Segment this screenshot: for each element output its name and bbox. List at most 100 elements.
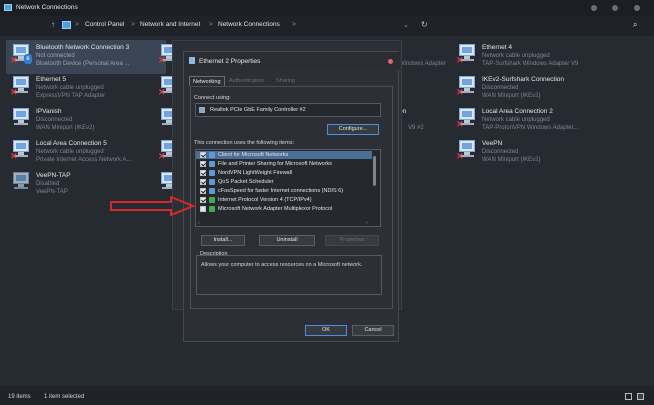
connection-adapter-partial: Windows Adapter (399, 61, 446, 67)
protocol-icon (209, 197, 215, 203)
status-bar (0, 388, 654, 405)
error-x-icon: ✕ (456, 55, 464, 65)
list-item[interactable]: File and Printer Sharing for Microsoft N… (196, 160, 372, 168)
minimize-button[interactable] (591, 5, 597, 11)
list-item[interactable]: QoS Packet Scheduler (196, 178, 372, 186)
firewall-icon (209, 170, 215, 176)
address-dropdown-icon[interactable]: ⌄ (403, 21, 409, 29)
tab-sharing[interactable]: Sharing (273, 76, 298, 86)
window-title: Network Connections (16, 4, 78, 11)
item-checkbox[interactable] (200, 197, 206, 203)
connection-item[interactable]: ✕ Local Area Connection 5 Network cable … (6, 136, 166, 170)
connection-status: Not connected (36, 53, 75, 59)
connection-name: Ethernet 5 (36, 76, 66, 83)
connection-name: Local Area Connection 5 (36, 140, 107, 147)
network-adapter-icon: ✕ (456, 42, 478, 65)
items-label: This connection uses the following items… (194, 140, 294, 146)
breadcrumb-network-and-internet[interactable]: Network and Internet (140, 21, 200, 28)
connection-name: Local Area Connection 2 (482, 108, 553, 115)
refresh-icon[interactable]: ↻ (421, 20, 428, 29)
connection-status: Disconnected (482, 149, 519, 155)
item-checkbox[interactable] (200, 206, 206, 212)
breadcrumb-control-panel[interactable]: Control Panel (85, 21, 124, 28)
scroll-thumb[interactable] (373, 156, 376, 186)
connection-adapter-partial: V9 #2 (408, 125, 424, 131)
sharing-icon (209, 161, 215, 167)
connection-item[interactable]: ✕ IKEv2-Surfshark Connection Disconnecte… (452, 72, 612, 106)
error-x-icon: ✕ (10, 87, 18, 97)
item-checkbox[interactable] (200, 152, 206, 158)
item-label: cFosSpeed for faster Internet connection… (218, 188, 344, 194)
connection-item[interactable]: ✕ Local Area Connection 2 Network cable … (452, 104, 612, 138)
error-x-icon: ✕ (10, 55, 18, 65)
up-arrow-icon[interactable]: ↑ (51, 20, 55, 29)
connection-item[interactable]: ✕ ʙ Bluetooth Network Connection 3 Not c… (6, 40, 166, 74)
connection-item[interactable]: ✕ Ethernet 4 Network cable unplugged TAP… (452, 40, 612, 74)
list-item[interactable]: Internet Protocol Version 4 (TCP/IPv4) (196, 196, 372, 204)
tab-networking[interactable]: Networking (189, 76, 225, 86)
error-x-icon: ✕ (456, 87, 464, 97)
item-checkbox[interactable] (200, 179, 206, 185)
connection-name: Ethernet 4 (482, 44, 512, 51)
error-x-icon: ✕ (456, 151, 464, 161)
connection-item[interactable]: IPVanish Disconnected WAN Miniport (IKEv… (6, 104, 166, 138)
connection-adapter: TAP-ProtonVPN Windows Adapter... (482, 125, 579, 131)
bluetooth-adapter-icon: ✕ ʙ (10, 42, 32, 65)
scroll-left-icon[interactable]: ‹ (198, 220, 200, 226)
maximize-button[interactable] (612, 5, 618, 11)
tiles-view-icon[interactable] (637, 393, 644, 400)
tab-authentication[interactable]: Authentication (226, 76, 267, 86)
vertical-scrollbar[interactable] (373, 152, 376, 216)
connection-adapter: Bluetooth Device (Personal Area ... (36, 61, 130, 67)
description-frame (196, 255, 382, 295)
list-item[interactable]: Client for Microsoft Networks (196, 151, 372, 159)
item-label: Internet Protocol Version 4 (TCP/IPv4) (218, 197, 312, 203)
list-item[interactable]: cFosSpeed for faster Internet connection… (196, 187, 372, 195)
search-icon[interactable]: ⌕ (633, 20, 637, 30)
horizontal-scrollbar[interactable]: ‹ › (196, 220, 372, 226)
configure-button[interactable]: Configure... (327, 124, 379, 135)
ok-button[interactable]: OK (305, 325, 347, 336)
properties-button[interactable]: Properties (325, 235, 379, 246)
connection-status: Disabled (36, 181, 60, 187)
cfosspeed-icon (209, 188, 215, 194)
dialog-close-button[interactable] (388, 59, 393, 64)
breadcrumb-separator: > (292, 21, 296, 28)
title-bar: Network Connections (0, 0, 654, 16)
connection-name: VeePN (482, 140, 503, 147)
install-button[interactable]: Install... (201, 235, 245, 246)
item-checkbox[interactable] (200, 188, 206, 194)
selection-count: 1 item selected (44, 394, 85, 400)
bluetooth-icon: ʙ (24, 54, 32, 64)
network-adapter-icon: ✕ (456, 74, 478, 97)
breadcrumb-separator: > (75, 21, 79, 28)
network-adapter-icon: ✕ (10, 74, 32, 97)
connection-name: VeePN-TAP (36, 172, 71, 179)
dialog-title: Ethernet 2 Properties (199, 58, 261, 65)
red-arrow-annotation (110, 196, 195, 216)
close-button[interactable] (634, 5, 640, 11)
network-card-icon (199, 107, 205, 113)
item-checkbox[interactable] (200, 170, 206, 176)
connection-status: Network cable unplugged (36, 85, 104, 91)
error-x-icon: ✕ (158, 55, 166, 65)
network-adapter-icon: ✕ (10, 138, 32, 161)
uninstall-button[interactable]: Uninstall (259, 235, 315, 246)
item-count: 19 items (8, 394, 31, 400)
connection-adapter: ExpressVPN TAP Adapter (36, 93, 106, 99)
connection-status: Disconnected (482, 85, 519, 91)
scroll-right-icon[interactable]: › (366, 220, 368, 226)
item-label: File and Printer Sharing for Microsoft N… (218, 161, 333, 167)
connection-item[interactable]: ✕ Ethernet 5 Network cable unplugged Exp… (6, 72, 166, 106)
item-checkbox[interactable] (200, 161, 206, 167)
details-view-icon[interactable] (625, 393, 632, 400)
connection-items-list[interactable]: Client for Microsoft Networks File and P… (195, 149, 381, 227)
breadcrumb-network-connections[interactable]: Network Connections (218, 21, 280, 28)
network-adapter-icon (10, 170, 32, 192)
error-x-icon: ✕ (456, 119, 464, 129)
item-label: NordVPN LightWeight Firewall (218, 170, 293, 176)
list-item[interactable]: NordVPN LightWeight Firewall (196, 169, 372, 177)
list-item[interactable]: Microsoft Network Adapter Multiplexor Pr… (196, 205, 372, 213)
connection-item[interactable]: ✕ VeePN Disconnected WAN Miniport (IKEv2… (452, 136, 612, 170)
cancel-button[interactable]: Cancel (352, 325, 394, 336)
